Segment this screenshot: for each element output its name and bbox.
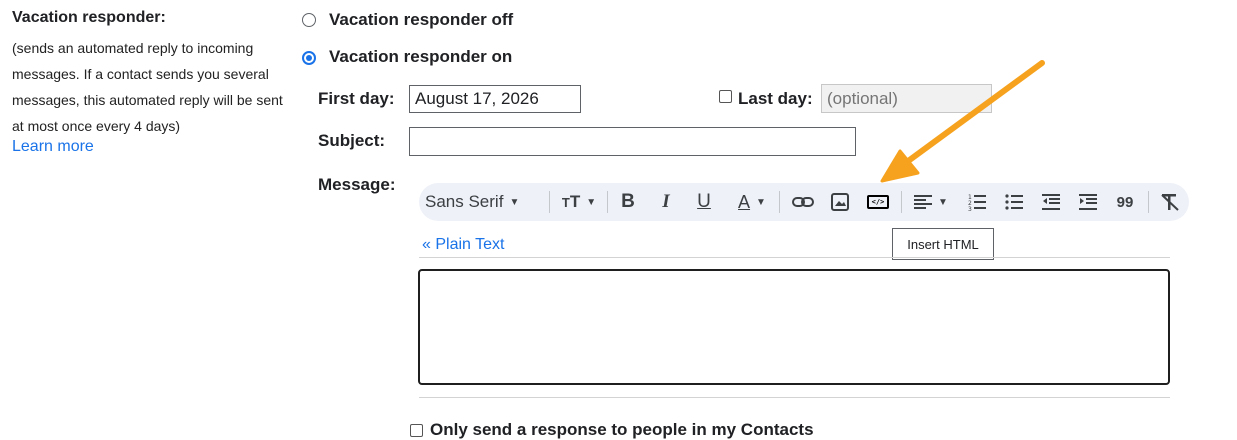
message-editor[interactable] — [418, 269, 1170, 385]
contacts-only-label[interactable]: Only send a response to people in my Con… — [430, 420, 814, 440]
subject-input[interactable] — [409, 127, 856, 156]
align-icon — [914, 195, 933, 209]
vacation-responder-description: (sends an automated reply to incoming me… — [12, 40, 283, 134]
responder-off-label[interactable]: Vacation responder off — [329, 10, 513, 30]
image-icon — [831, 193, 849, 211]
numbered-list-icon: 1 2 3 — [968, 194, 986, 211]
responder-off-radio[interactable] — [302, 13, 316, 27]
quote-button[interactable]: 99 — [1112, 183, 1138, 221]
learn-more-link[interactable]: Learn more — [12, 138, 94, 156]
responder-on-radio[interactable] — [302, 51, 316, 65]
font-size-button[interactable]: TT ▼ — [556, 183, 602, 221]
toolbar-divider — [1148, 191, 1149, 213]
editor-divider — [419, 397, 1170, 398]
responder-on-label[interactable]: Vacation responder on — [329, 47, 512, 67]
annotation-arrow — [880, 60, 1045, 183]
subject-label: Subject: — [318, 131, 386, 150]
toolbar-divider — [607, 191, 608, 213]
first-day-label: First day: — [318, 89, 395, 108]
remove-formatting-button[interactable] — [1157, 183, 1183, 221]
vacation-responder-title: Vacation responder: — [12, 9, 166, 26]
first-day-input[interactable] — [409, 85, 581, 113]
bulleted-list-icon — [1005, 194, 1023, 210]
plain-text-link[interactable]: « Plain Text — [422, 236, 504, 254]
toolbar-divider — [779, 191, 780, 213]
remove-formatting-icon — [1161, 194, 1179, 211]
message-label: Message: — [318, 175, 396, 194]
italic-button[interactable]: I — [654, 183, 678, 221]
insert-link-button[interactable] — [789, 183, 817, 221]
underline-icon: U — [697, 191, 711, 212]
font-size-icon: TT — [561, 192, 581, 211]
italic-icon: I — [662, 191, 670, 212]
text-color-button[interactable]: A ▼ — [729, 183, 775, 221]
indent-less-icon — [1042, 194, 1060, 210]
indent-more-icon — [1079, 194, 1097, 210]
editor-divider — [419, 257, 1170, 258]
last-day-label: Last day: — [738, 89, 813, 108]
text-color-icon: A — [738, 191, 751, 212]
chevron-down-icon: ▼ — [509, 196, 520, 208]
indent-more-button[interactable] — [1075, 183, 1101, 221]
chevron-down-icon: ▼ — [938, 196, 948, 208]
last-day-checkbox[interactable] — [719, 90, 732, 103]
insert-html-icon: </> — [867, 195, 889, 209]
underline-button[interactable]: U — [692, 183, 716, 221]
insert-image-button[interactable] — [827, 183, 853, 221]
chevron-down-icon: ▼ — [756, 196, 766, 208]
font-family-select[interactable]: Sans Serif ▼ — [425, 183, 547, 221]
svg-text:3: 3 — [968, 206, 972, 211]
link-icon — [792, 197, 814, 207]
chevron-down-icon: ▼ — [586, 196, 597, 208]
font-family-label: Sans Serif — [425, 192, 504, 211]
formatting-toolbar: Sans Serif ▼ TT ▼ B I U A ▼ </> ▼ 1 2 3 … — [419, 183, 1189, 221]
contacts-only-checkbox[interactable] — [410, 424, 423, 437]
bold-icon: B — [621, 191, 635, 212]
quote-icon: 99 — [1116, 193, 1134, 211]
insert-html-tooltip: Insert HTML — [892, 228, 994, 260]
toolbar-divider — [549, 191, 550, 213]
bold-button[interactable]: B — [616, 183, 640, 221]
